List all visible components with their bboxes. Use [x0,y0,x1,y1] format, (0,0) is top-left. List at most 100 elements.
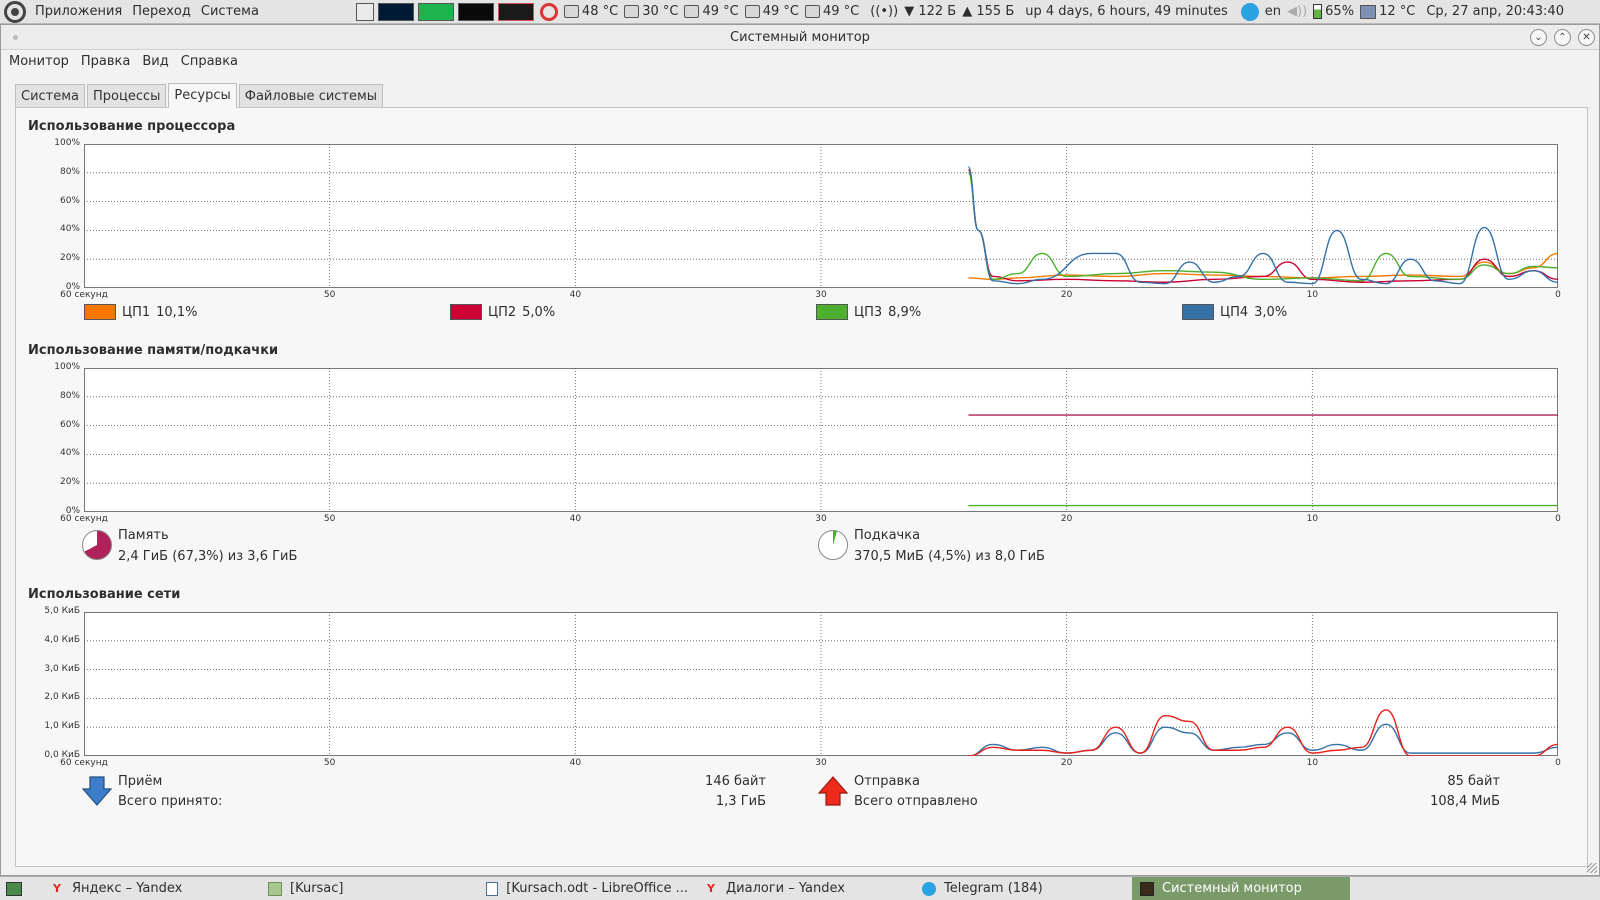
network-x-tick-label: 0 [1555,758,1561,768]
weather-icon [1360,4,1377,19]
window-menu-dot[interactable] [13,35,18,40]
memory-load-applet[interactable] [417,2,454,21]
taskbar-item-folder[interactable]: [Kursac] [260,877,478,900]
cpu-legend-value: 5,0% [522,304,556,320]
memory-section-title: Использование памяти/подкачки [28,343,279,358]
wireless-icon[interactable]: ((•)) [870,4,898,19]
taskbar-item-system-monitor[interactable]: Системный монитор [1132,877,1350,900]
menu-monitor[interactable]: Монитор [5,54,73,69]
folder-icon [268,881,282,896]
receive-total: 1,3 ГиБ [715,794,766,809]
network-section-title: Использование сети [28,587,181,602]
cpu-x-tick-label: 60 секунд [60,290,108,300]
cpu-legend-name: ЦП1 [122,304,151,320]
tab-resources[interactable]: Ресурсы [168,83,237,108]
weather-indicator[interactable]: 12 °C [1360,4,1415,19]
taskbar-item-dialogs[interactable]: Y Диалоги – Yandex [696,877,914,900]
cpu-legend-name: ЦП2 [488,304,517,320]
memory-x-tick-label: 20 [1060,514,1073,524]
window-titlebar[interactable]: Системный монитор ⌄ ⌃ ✕ [1,25,1599,50]
cpu-y-tick-label: 20% [59,253,80,264]
cpu-legend-value: 8,9% [888,304,922,320]
resize-grip-icon[interactable] [1587,863,1597,873]
cpu-legend-item[interactable]: ЦП3 8,9% [816,304,921,320]
cpu-legend-value: 3,0% [1254,304,1288,320]
memory-chart-svg [84,368,1558,512]
net-down-indicator: ▼ 122 Б [904,4,957,19]
menu-edit[interactable]: Правка [77,54,134,69]
taskbar-item-telegram[interactable]: Telegram (184) [914,877,1132,900]
memory-y-tick-label: 80% [59,390,80,401]
telegram-tray-icon[interactable] [1240,2,1259,21]
close-icon[interactable]: ✕ [1578,29,1595,46]
send-label: Отправка [854,774,921,789]
cpu-y-tick-label: 40% [59,224,80,235]
network-y-tick-label: 1,0 КиБ [44,721,80,732]
tab-processes[interactable]: Процессы [87,84,167,107]
clock[interactable]: Ср, 27 апр, 20:43:40 [1426,4,1564,19]
cpu-load-applet[interactable] [377,2,414,21]
receive-arrow-icon [82,776,112,806]
volume-icon[interactable]: ◀)) [1287,4,1307,19]
menubar: Монитор Правка Вид Справка [1,50,1599,73]
cpu-color-swatch[interactable] [1182,304,1214,320]
cpu-color-swatch[interactable] [816,304,848,320]
memory-x-tick-label: 60 секунд [60,514,108,524]
cpu-legend-item[interactable]: ЦП1 10,1% [84,304,197,320]
maximize-icon[interactable]: ⌃ [1554,29,1571,46]
send-total-label: Всего отправлено [854,794,978,809]
menu-help[interactable]: Справка [177,54,242,69]
cpu-y-tick-label: 60% [59,195,80,206]
temp-sensor-3: 49 °C [684,4,739,19]
uptime-label: up 4 days, 6 hours, 49 minutes [1025,4,1228,19]
swap-label: Подкачка [854,528,921,543]
tab-system[interactable]: Система [15,84,86,107]
panel-menu-places[interactable]: Переход [127,4,196,19]
battery-indicator[interactable]: 65% [1313,4,1354,19]
yandex-icon: Y [707,882,715,895]
network-graph: 5,0 КиБ 4,0 КиБ 3,0 КиБ 2,0 КиБ 1,0 КиБ 0,0 К… [44,606,1560,768]
monitor-applet-icon[interactable] [355,2,374,21]
cpu-legend-item[interactable]: ЦП4 3,0% [1182,304,1287,320]
temp-sensor-2: 30 °C [624,4,678,19]
network-x-tick-label: 50 [323,758,336,768]
panel-menu-system[interactable]: Система [196,4,264,19]
memory-y-tick-label: 40% [59,448,80,459]
network-y-tick-label: 5,0 КиБ [44,606,80,616]
target-icon[interactable] [539,2,558,21]
network-y-tick-label: 4,0 КиБ [44,634,80,645]
tab-filesystems[interactable]: Файловые системы [238,84,384,107]
top-panel: Приложения Переход Система 48 °C 30 °C 4… [0,0,1600,24]
cpu-y-tick-label: 100% [54,138,80,148]
resources-panel: Использование процессора 100% 80% 60% 40% 20… [15,107,1588,867]
menu-view[interactable]: Вид [138,54,172,69]
send-rate: 85 байт [1447,774,1500,789]
swap-value: 370,5 МиБ (4,5%) из 8,0 ГиБ [854,549,1045,564]
show-desktop-icon[interactable] [6,881,22,896]
net-load-applet[interactable] [457,2,494,21]
taskbar-item-libreoffice[interactable]: [Kursach.odt - LibreOffice ... [478,877,696,900]
panel-menu-applications[interactable]: Приложения [30,4,127,19]
memory-value: 2,4 ГиБ (67,3%) из 3,6 ГиБ [118,549,298,564]
telegram-icon [922,881,936,896]
debian-logo-icon[interactable] [4,0,26,23]
network-y-tick-label: 3,0 КиБ [44,663,80,674]
taskbar-item-yandex[interactable]: Y Яндекс – Yandex [42,877,260,900]
disk-load-applet[interactable] [497,2,534,21]
chip-icon [624,5,640,18]
cpu-graph: 100% 80% 60% 40% 20% 0% 60 секунд 50 40 30 20 10 0 [54,138,1561,300]
keyboard-layout[interactable]: en [1265,4,1281,19]
arrow-down-icon: ▼ [904,4,915,19]
memory-x-tick-label: 40 [569,514,582,524]
temp-sensor-4: 49 °C [744,4,799,19]
cpu-legend-name: ЦП4 [1220,304,1249,320]
cpu-color-swatch[interactable] [450,304,482,320]
bottom-panel: Y Яндекс – Yandex [Kursac] [Kursach.odt -… [0,876,1600,900]
receive-rate: 146 байт [705,774,766,789]
system-monitor-window: Системный монитор ⌄ ⌃ ✕ Монитор Правка В… [0,24,1600,876]
cpu-color-swatch[interactable] [84,304,116,320]
cpu-y-tick-label: 80% [59,166,80,177]
minimize-icon[interactable]: ⌄ [1530,29,1547,46]
cpu-legend-item[interactable]: ЦП2 5,0% [450,304,555,320]
memory-pie-icon [82,530,112,560]
